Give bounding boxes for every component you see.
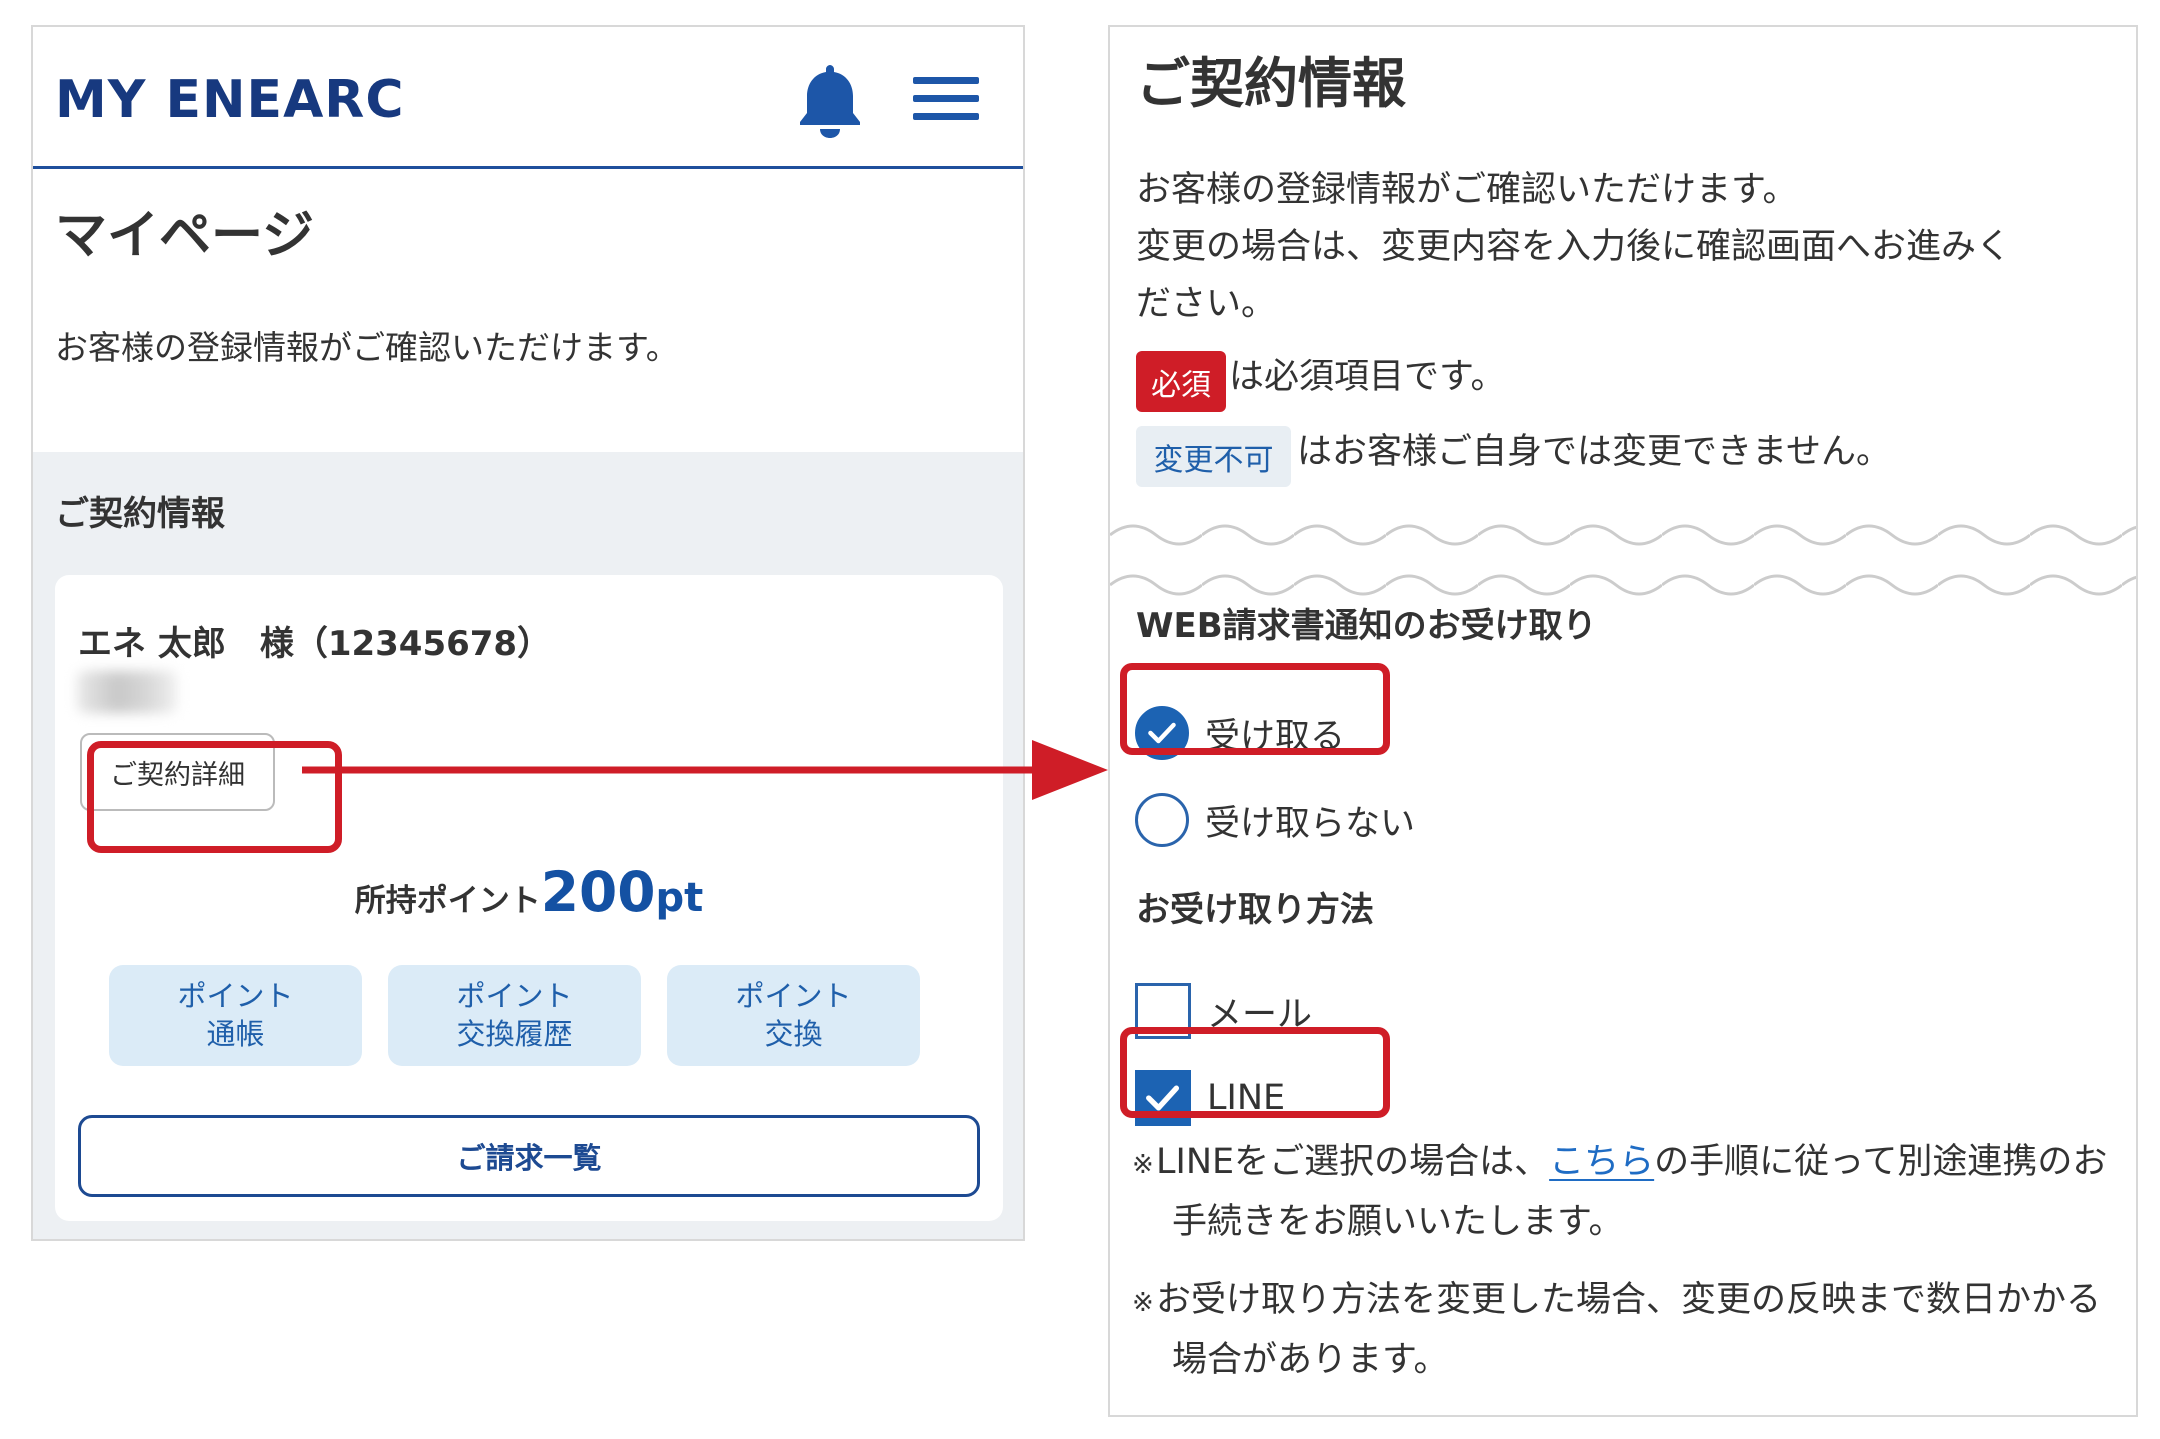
contract-info-screen: ご契約情報 お客様の登録情報がご確認いただけます。 変更の場合は、変更内容を入力…: [1108, 25, 2138, 1417]
points-summary: 所持ポイント200pt: [55, 865, 1003, 920]
highlight-frame: [1120, 1027, 1390, 1118]
intro-text: お客様の登録情報がご確認いただけます。: [55, 328, 679, 367]
intro-line: お客様の登録情報がご確認いただけます。: [1136, 170, 1798, 210]
bell-icon[interactable]: [795, 61, 865, 139]
points-value: 200: [540, 860, 656, 924]
points-unit: pt: [655, 875, 704, 921]
points-label: 所持ポイント: [354, 883, 541, 919]
line-note: ※LINEをご選択の場合は、こちらの手順に従って別途連携のお手続きをお願いいたし…: [1132, 1134, 2127, 1251]
page-title: マイページ: [55, 206, 314, 266]
blurred-address: [77, 671, 177, 713]
customer-name: エネ 太郎 様（12345678）: [78, 624, 552, 664]
point-exchange-button[interactable]: ポイント 交換: [667, 965, 920, 1066]
required-badge: 必須: [1136, 351, 1226, 412]
intro-line: 変更の場合は、変更内容を入力後に確認画面へお進みく: [1136, 227, 2012, 267]
point-button-label: ポイント: [456, 978, 573, 1013]
point-passbook-button[interactable]: ポイント 通帳: [109, 965, 362, 1066]
contract-card: エネ 太郎 様（12345678） ご契約詳細 所持ポイント200pt ポイント…: [55, 575, 1003, 1221]
required-note: は必須項目です。: [1229, 357, 1506, 397]
line-note-text: LINEをご選択の場合は、: [1156, 1142, 1550, 1182]
point-button-label: 通帳: [206, 1016, 265, 1051]
billing-list-button[interactable]: ご請求一覧: [78, 1115, 980, 1197]
not-receive-radio-option[interactable]: 受け取らない: [1135, 790, 1415, 850]
web-invoice-heading: WEB請求書通知のお受け取り: [1136, 606, 1597, 646]
receive-method-heading: お受け取り方法: [1136, 890, 1374, 930]
point-button-label: ポイント: [177, 978, 294, 1013]
arrow-right-icon: [302, 740, 1108, 800]
intro-line: ださい。: [1136, 284, 1277, 324]
highlight-frame: [1120, 663, 1390, 755]
change-note: ※お受け取り方法を変更した場合、変更の反映まで数日かかる場合があります。: [1132, 1272, 2127, 1389]
wave-divider: [1110, 505, 2136, 615]
point-button-label: 交換履歴: [456, 1016, 573, 1051]
brand-logo[interactable]: MY ENEARC: [55, 74, 405, 126]
intro-text: お客様の登録情報がご確認いただけます。 変更の場合は、変更内容を入力後に確認画面…: [1136, 162, 2121, 333]
mypage-screen: MY ENEARC マイページ お客様の登録情報がご確認いただけます。 ご契約情…: [31, 25, 1025, 1241]
page-title: ご契約情報: [1136, 52, 1406, 115]
app-header: MY ENEARC: [33, 27, 1023, 169]
immutable-note: はお客様ご自身では変更できません。: [1297, 432, 1891, 472]
hamburger-menu-icon[interactable]: [913, 75, 983, 123]
radio-label: 受け取らない: [1205, 803, 1416, 844]
point-button-label: ポイント: [735, 978, 852, 1013]
point-exchange-history-button[interactable]: ポイント 交換履歴: [388, 965, 641, 1066]
procedure-link[interactable]: こちら: [1549, 1142, 1654, 1182]
radio-button-unchecked[interactable]: [1135, 793, 1189, 847]
note-mark: ※: [1132, 1150, 1154, 1180]
point-button-label: 交換: [764, 1016, 823, 1051]
contract-section-heading: ご契約情報: [55, 494, 225, 534]
note-mark: ※: [1132, 1288, 1154, 1318]
change-note-text: お受け取り方法を変更した場合、変更の反映まで数日かかる場合があります。: [1156, 1280, 2102, 1380]
immutable-badge: 変更不可: [1136, 426, 1291, 487]
